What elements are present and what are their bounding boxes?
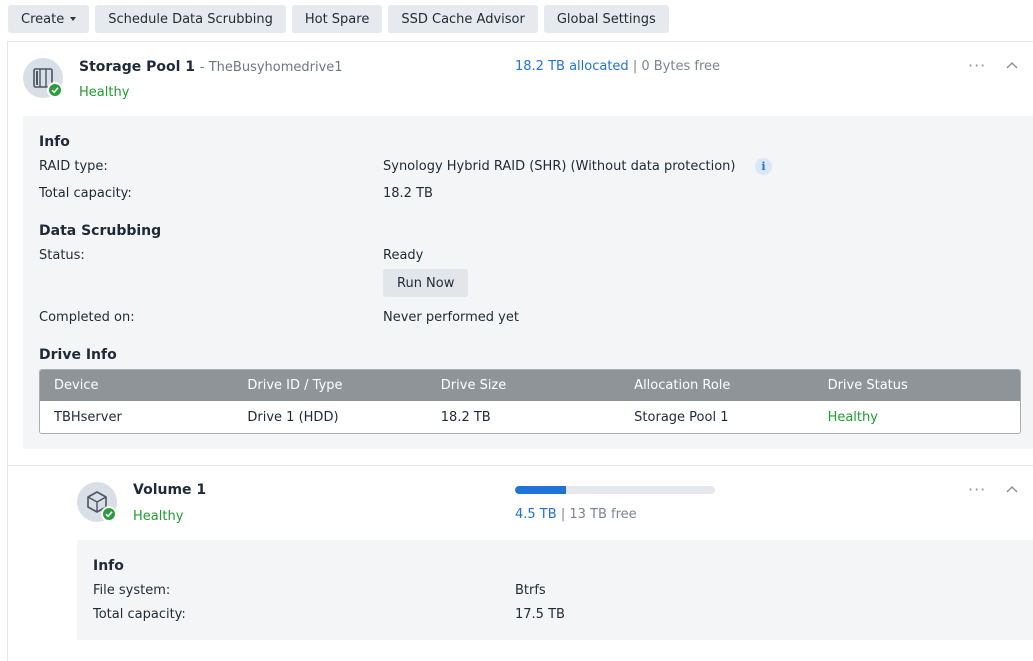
volume-usage-text: 4.5 TB | 13 TB free: [515, 507, 637, 522]
global-settings-button[interactable]: Global Settings: [543, 5, 669, 33]
storage-pool-allocation: 18.2 TB allocated | 0 Bytes free: [515, 59, 720, 74]
volume-info-heading: Info: [93, 558, 124, 574]
cell-device: TBHserver: [54, 409, 122, 425]
volume-icon: [77, 482, 117, 522]
volume-status: Healthy: [133, 509, 184, 524]
free-text: 0 Bytes free: [641, 59, 721, 74]
toolbar: Create Schedule Data Scrubbing Hot Spare…: [8, 5, 669, 33]
cell-drive-size: 18.2 TB: [440, 409, 491, 425]
run-now-button[interactable]: Run Now: [383, 269, 469, 297]
scrubbing-status-value: Ready: [383, 248, 424, 263]
total-capacity-label: Total capacity:: [39, 186, 132, 201]
volume-free-text: 13 TB free: [569, 507, 637, 522]
pool-more-options-icon[interactable]: ···: [968, 56, 986, 75]
ssd-cache-advisor-button[interactable]: SSD Cache Advisor: [388, 5, 538, 33]
caret-down-icon: [70, 17, 77, 21]
storage-pool-icon: [23, 58, 63, 98]
volume-title: Volume 1: [133, 482, 207, 498]
cell-drive-id: Drive 1 (HDD): [247, 409, 339, 425]
scrubbing-status-label: Status:: [39, 248, 85, 263]
file-system-label: File system:: [93, 583, 171, 598]
create-label: Create: [21, 11, 65, 27]
cell-allocation-role: Storage Pool 1: [634, 409, 729, 425]
completed-on-label: Completed on:: [39, 310, 135, 325]
volume-collapse-chevron-up-icon[interactable]: [1006, 485, 1018, 493]
storage-pool-description: - TheBusyhomedrive1: [199, 60, 343, 75]
volume-capacity-label: Total capacity:: [93, 607, 186, 622]
allocation-separator: |: [632, 59, 638, 74]
section-divider: [8, 465, 1033, 466]
create-button[interactable]: Create: [8, 5, 90, 33]
hot-spare-button[interactable]: Hot Spare: [291, 5, 383, 33]
file-system-value: Btrfs: [515, 583, 546, 598]
volume-usage-fill: [515, 486, 566, 494]
schedule-data-scrubbing-button[interactable]: Schedule Data Scrubbing: [95, 5, 286, 33]
drive-info-heading: Drive Info: [39, 347, 117, 363]
raid-info-icon[interactable]: i: [755, 158, 772, 175]
storage-pool-name: Storage Pool 1: [79, 59, 196, 75]
total-capacity-value: 18.2 TB: [383, 186, 433, 201]
volume-more-options-icon[interactable]: ···: [968, 480, 986, 499]
column-header-allocation-role[interactable]: Allocation Role: [620, 370, 813, 401]
column-header-device[interactable]: Device: [40, 370, 233, 401]
volume-details-panel: [77, 540, 1033, 640]
volume-used-text: 4.5 TB: [515, 507, 557, 522]
pool-info-heading: Info: [39, 134, 70, 150]
cell-drive-status: Healthy: [827, 409, 878, 425]
volume-usage-separator: |: [560, 507, 566, 522]
completed-on-value: Never performed yet: [383, 310, 519, 325]
volume-capacity-value: 17.5 TB: [515, 607, 565, 622]
pool-collapse-chevron-up-icon[interactable]: [1006, 61, 1018, 69]
table-header: Device Drive ID / Type Drive Size Alloca…: [40, 370, 1020, 401]
storage-pool-title: Storage Pool 1 - TheBusyhomedrive1: [79, 59, 343, 75]
volume-usage-bar: [515, 486, 715, 494]
data-scrubbing-heading: Data Scrubbing: [39, 223, 162, 239]
column-header-drive-id[interactable]: Drive ID / Type: [233, 370, 426, 401]
raid-type-label: RAID type:: [39, 159, 108, 174]
table-row[interactable]: TBHserver Drive 1 (HDD) 18.2 TB Storage …: [40, 401, 1020, 433]
volume-healthy-check-icon: [101, 506, 117, 522]
healthy-check-icon: [47, 82, 63, 98]
storage-pool-status: Healthy: [79, 85, 130, 100]
raid-type-value: Synology Hybrid RAID (SHR) (Without data…: [383, 159, 736, 174]
column-header-drive-status[interactable]: Drive Status: [814, 370, 1007, 401]
column-header-drive-size[interactable]: Drive Size: [427, 370, 620, 401]
allocated-text: 18.2 TB allocated: [515, 59, 629, 74]
drive-info-table: Device Drive ID / Type Drive Size Alloca…: [39, 369, 1021, 434]
